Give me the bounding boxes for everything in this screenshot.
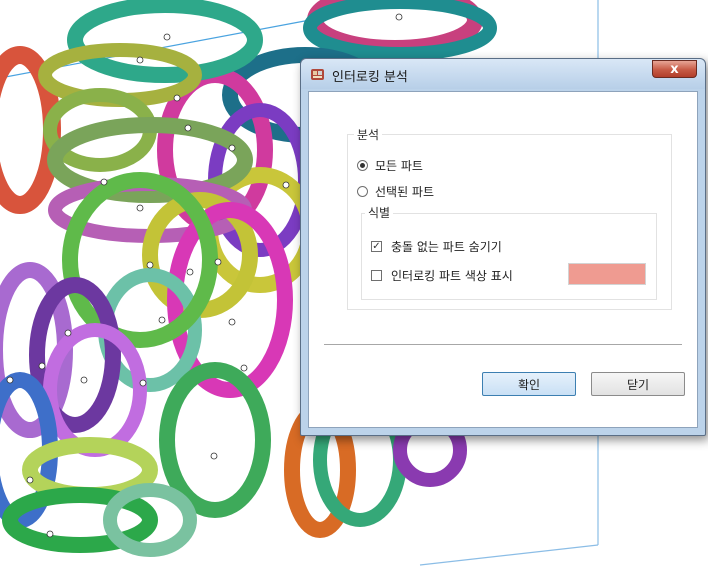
display-group-label: 식별 <box>365 204 394 221</box>
radio-all-parts[interactable] <box>357 160 368 171</box>
show-color-checkbox[interactable] <box>371 270 382 281</box>
radio-selected-parts-label[interactable]: 선택된 파트 <box>375 183 434 200</box>
analysis-group-label: 분석 <box>354 126 383 143</box>
close-button[interactable]: 닫기 <box>591 372 685 396</box>
interlock-color-swatch[interactable] <box>568 263 646 285</box>
radio-selected-parts-row[interactable]: 선택된 파트 <box>357 183 434 200</box>
hide-unrelated-label[interactable]: 충돌 없는 파트 숨기기 <box>391 238 502 255</box>
interlock-analysis-dialog: 인터로킹 분석 x 분석 모든 파트 선택된 파트 식별 ✓ 충돌 없는 파트 … <box>300 58 706 436</box>
show-color-row[interactable]: 인터로킹 파트 색상 표시 <box>371 267 513 284</box>
radio-all-parts-row[interactable]: 모든 파트 <box>357 157 423 174</box>
radio-selected-parts[interactable] <box>357 186 368 197</box>
app-cube-icon <box>311 69 324 80</box>
show-color-label[interactable]: 인터로킹 파트 색상 표시 <box>391 267 513 284</box>
ok-button[interactable]: 확인 <box>482 372 576 396</box>
dialog-title: 인터로킹 분석 <box>332 70 408 85</box>
close-window-button[interactable]: x <box>652 60 697 78</box>
dialog-client-area: 분석 모든 파트 선택된 파트 식별 ✓ 충돌 없는 파트 숨기기 인터로킹 파… <box>308 91 698 428</box>
hide-unrelated-checkbox[interactable]: ✓ <box>371 241 382 252</box>
radio-all-parts-label[interactable]: 모든 파트 <box>375 157 423 174</box>
hide-unrelated-row[interactable]: ✓ 충돌 없는 파트 숨기기 <box>371 238 502 255</box>
dialog-divider <box>324 344 682 345</box>
display-group-box <box>361 213 657 300</box>
dialog-titlebar[interactable]: 인터로킹 분석 x <box>301 59 705 89</box>
